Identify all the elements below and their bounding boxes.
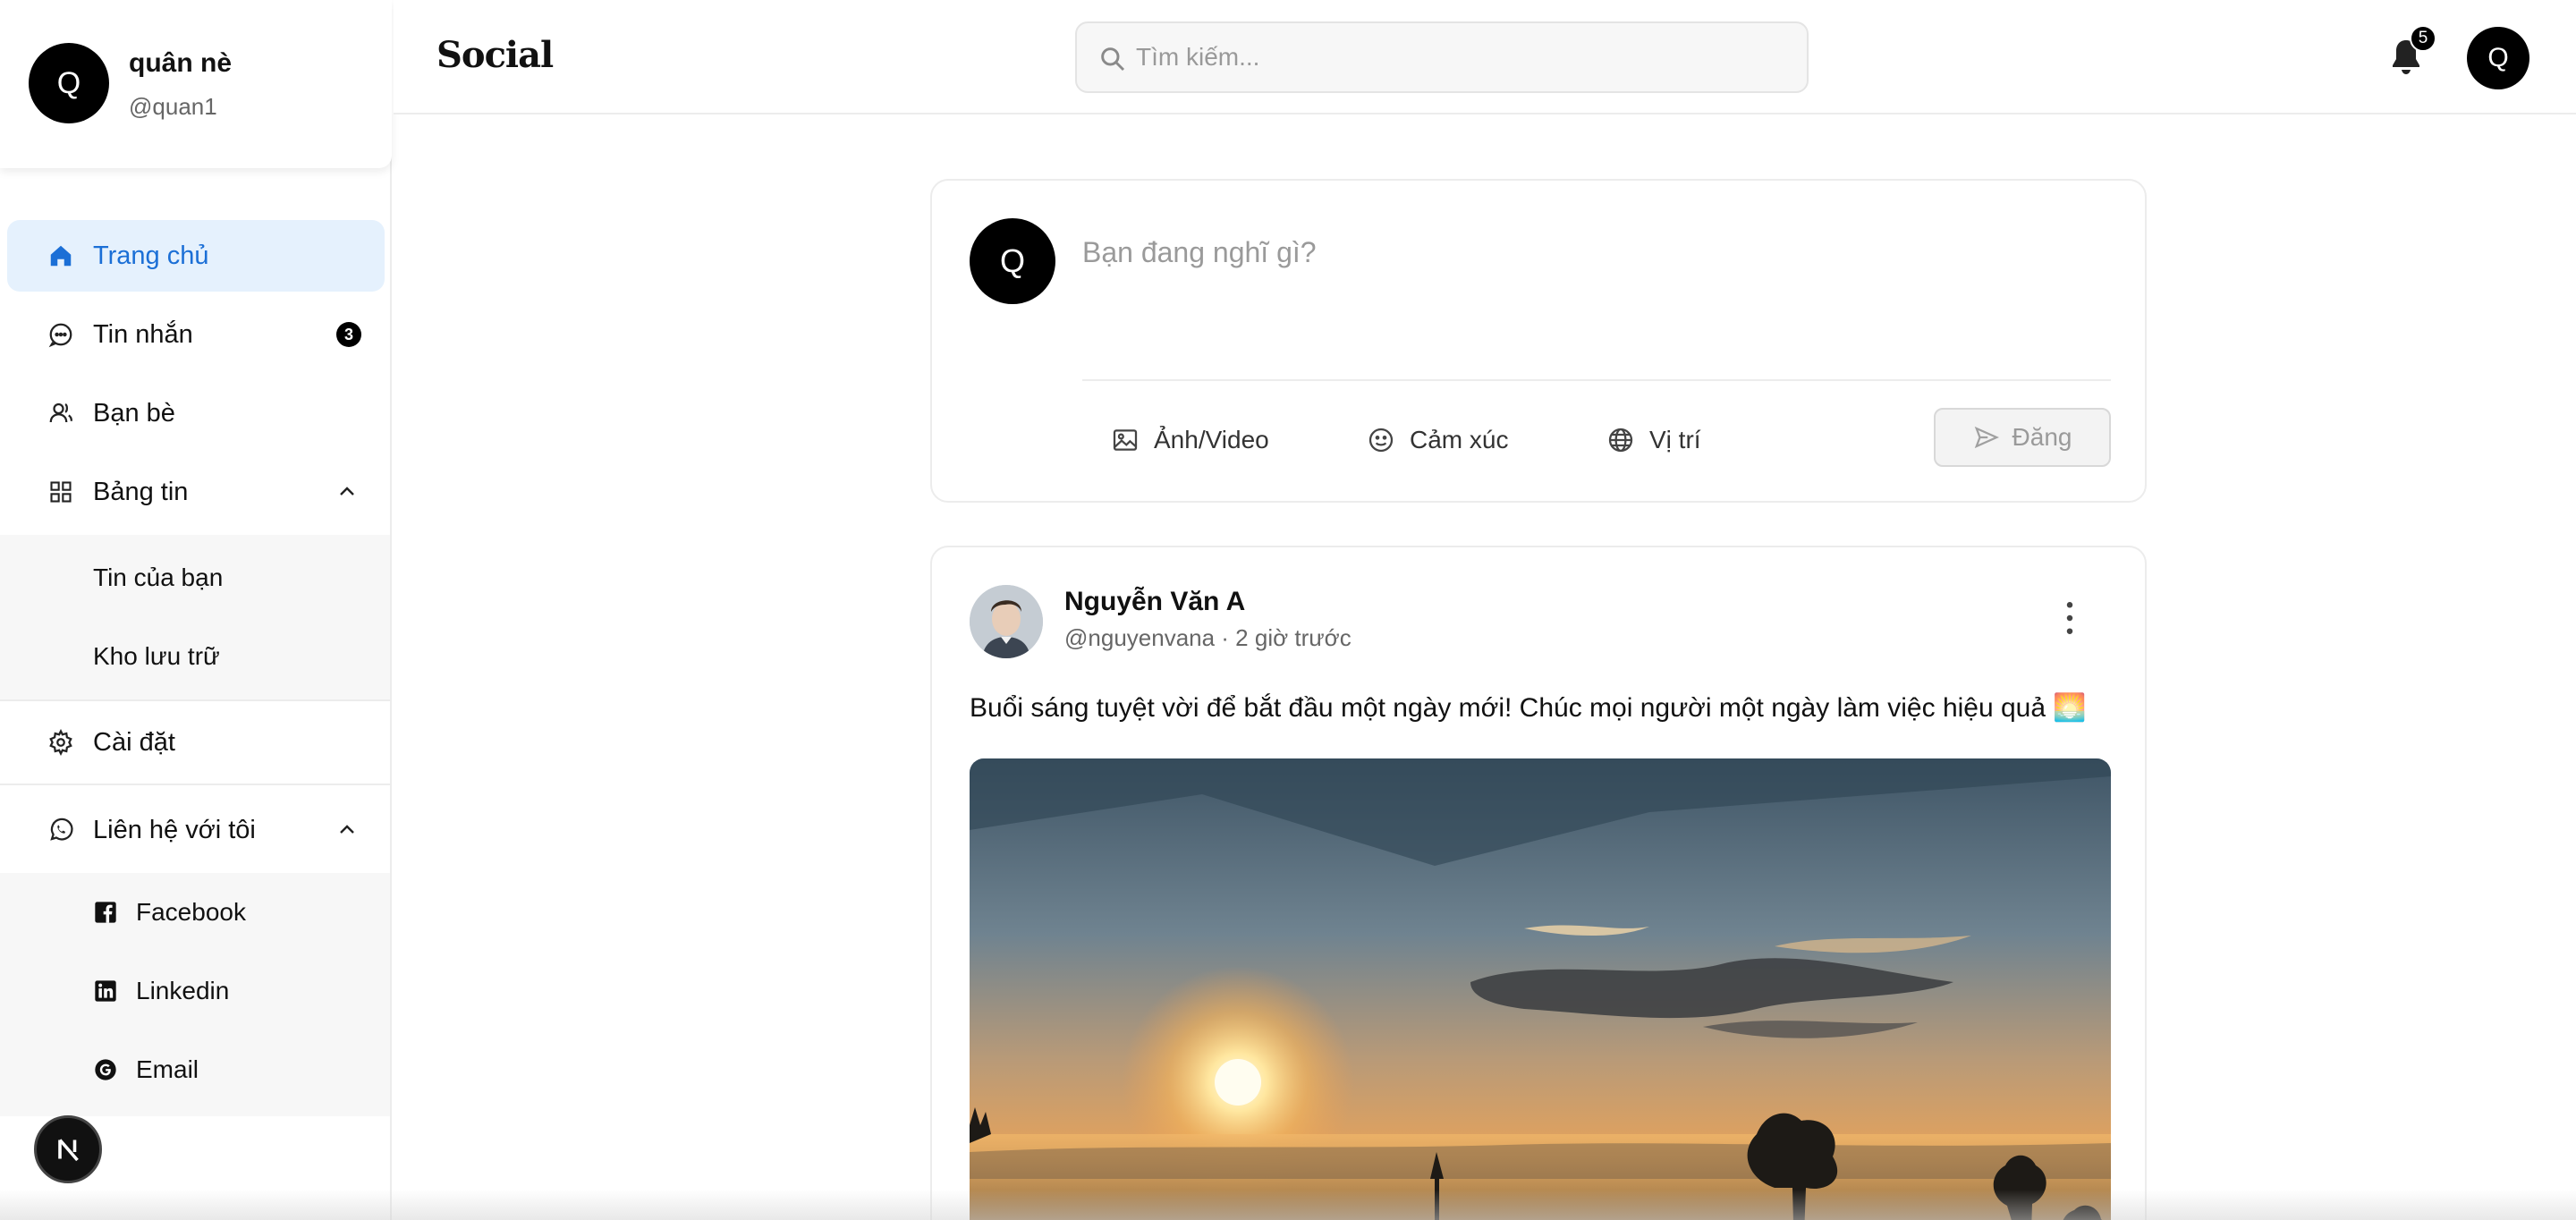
nav-item-feed[interactable]: Bảng tin [7,456,385,528]
window-bottom-edge [0,1190,2576,1220]
friends-icon [47,399,75,428]
sidebar-divider [0,784,390,785]
nextjs-dev-button[interactable] [34,1115,102,1183]
send-icon [1974,426,1999,449]
sub-archive-label: Kho lưu trữ [93,642,220,670]
post-image[interactable] [970,758,2111,1220]
post-author-name[interactable]: Nguyễn Văn A [1064,587,1245,617]
facebook-icon [95,902,116,923]
feeling-label: Cảm xúc [1410,426,1509,453]
nav-item-friends[interactable]: Bạn bè [7,377,385,449]
profile-avatar[interactable]: Q [29,43,109,123]
sub-your-stories-label: Tin của bạn [93,563,224,591]
chevron-up-icon[interactable] [336,481,358,503]
grid-icon [47,478,75,506]
nav-item-contact[interactable]: Liên hệ với tôi [7,794,385,866]
header-avatar[interactable]: Q [2467,27,2529,89]
app-root: Q quân nè @quan1 Trang chủ Tin nhắn 3 Bạ… [0,0,2576,1220]
nav-settings-label: Cài đặt [93,727,175,757]
profile-name: quân nè [129,48,233,78]
search-box[interactable] [1075,21,1809,93]
more-options-icon[interactable] [2054,596,2086,640]
post-submit-button[interactable]: Đăng [1934,408,2111,467]
home-icon [47,241,75,270]
whatsapp-icon [47,816,75,844]
composer-avatar: Q [970,218,1055,304]
post-text: Buổi sáng tuyệt vời để bắt đầu một ngày … [970,693,2087,723]
nav-feed-label: Bảng tin [93,477,189,506]
profile-card[interactable]: Q quân nè @quan1 [0,0,392,168]
sub-email-label: Email [136,1055,199,1083]
sidebar: Q quân nè @quan1 Trang chủ Tin nhắn 3 Bạ… [0,0,392,1220]
profile-handle: @quan1 [129,93,217,120]
photo-video-button[interactable]: Ảnh/Video [1111,415,1269,465]
nav-contact-label: Liên hệ với tôi [93,815,256,844]
sub-item-archive[interactable]: Kho lưu trữ [0,617,390,696]
image-icon [1113,429,1138,451]
location-button[interactable]: Vị trí [1606,415,1701,465]
post-author-avatar[interactable] [970,585,1043,658]
search-input[interactable] [1136,23,1789,91]
top-header: Social 5 Q [394,0,2576,114]
message-icon [47,320,75,349]
nav-item-messages[interactable]: Tin nhắn 3 [7,299,385,370]
photo-video-label: Ảnh/Video [1154,426,1269,453]
composer-input[interactable]: Bạn đang nghĩ gì? [1082,236,1317,269]
feed-post: Nguyễn Văn A @nguyenvana · 2 giờ trước B… [930,546,2147,1220]
sub-item-your-stories[interactable]: Tin của bạn [0,538,390,617]
post-composer: Q Bạn đang nghĩ gì? Ảnh/Video Cảm xúc Vị… [930,179,2147,503]
feeling-button[interactable]: Cảm xúc [1367,415,1508,465]
composer-divider [1082,379,2111,381]
post-meta: @nguyenvana · 2 giờ trước [1064,624,1352,651]
sub-item-email[interactable]: Email [0,1030,390,1109]
sub-item-linkedin[interactable]: Linkedin [0,952,390,1030]
linkedin-icon [95,980,116,1002]
sub-facebook-label: Facebook [136,898,246,926]
notification-badge: 5 [2410,25,2436,52]
chevron-up-icon[interactable] [336,819,358,841]
google-icon [95,1059,116,1080]
sub-linkedin-label: Linkedin [136,977,230,1004]
messages-badge: 3 [336,322,361,347]
search-icon [1101,47,1125,72]
feed-submenu: Tin của bạn Kho lưu trữ [0,535,390,699]
globe-icon [1608,428,1633,453]
location-label: Vị trí [1649,426,1701,453]
nav-messages-label: Tin nhắn [93,319,193,349]
nav-item-settings[interactable]: Cài đặt [7,707,385,778]
nav-item-home[interactable]: Trang chủ [7,220,385,292]
gear-icon [47,728,75,757]
sub-item-facebook[interactable]: Facebook [0,873,390,952]
nextjs-icon [58,1139,79,1162]
nav-home-label: Trang chủ [93,241,209,270]
contact-submenu: Facebook Linkedin Email [0,873,390,1116]
post-submit-label: Đăng [2012,423,2072,451]
brand-logo[interactable]: Social [436,34,554,76]
sidebar-divider [0,699,390,701]
nav-friends-label: Bạn bè [93,398,175,428]
smiley-icon [1368,428,1394,453]
